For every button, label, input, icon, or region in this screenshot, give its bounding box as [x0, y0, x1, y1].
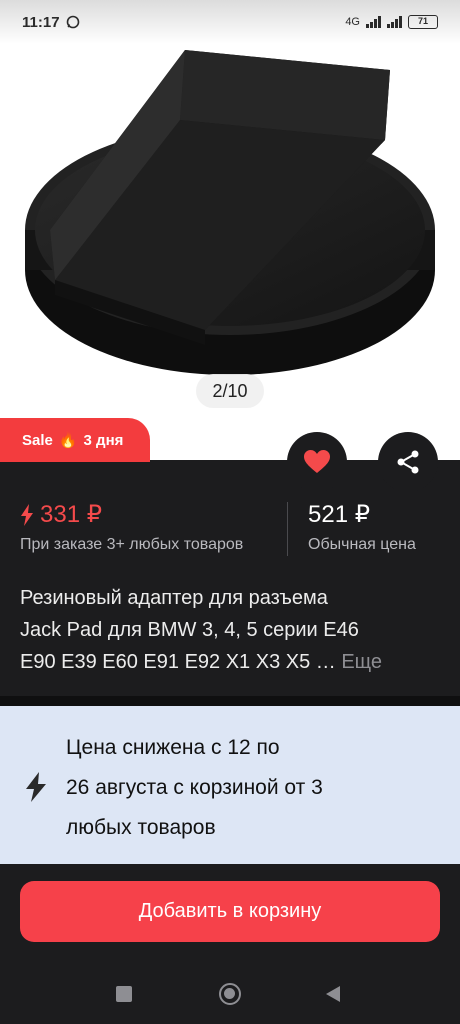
sale-price: 331 ₽ — [20, 500, 102, 529]
sale-price-note: При заказе 3+ любых товаров — [20, 536, 244, 553]
bottom-bar: Добавить в корзину — [0, 864, 460, 1024]
regular-price-note: Обычная цена — [308, 536, 416, 553]
gallery-counter: 2/10 — [196, 374, 264, 408]
lightning-icon — [21, 503, 33, 526]
price-row: 331 ₽ При заказе 3+ любых товаров 521 ₽ … — [20, 500, 440, 560]
system-nav-bar — [0, 974, 460, 1014]
sale-price-value: 331 ₽ — [40, 501, 102, 528]
arrow-left-icon[interactable] — [20, 54, 54, 88]
share-button[interactable] — [378, 432, 438, 492]
signal-icon — [366, 16, 381, 28]
share-icon — [397, 450, 419, 474]
home-icon[interactable] — [219, 983, 241, 1005]
signal-icon-2 — [387, 16, 402, 28]
sale-label: Sale — [22, 431, 53, 449]
product-info: 331 ₽ При заказе 3+ любых товаров 521 ₽ … — [0, 460, 460, 696]
status-bar: 11:17 4G 71 — [0, 0, 460, 44]
lightning-icon — [26, 772, 46, 802]
product-title-line: Резиновый адаптер для разъема — [20, 587, 328, 609]
promo-text: Цена снижена с 12 по 26 августа с корзин… — [66, 736, 323, 839]
sale-badge: Sale 🔥 3 дня — [0, 418, 150, 462]
status-time: 11:17 — [22, 13, 60, 31]
heart-icon — [304, 450, 330, 473]
battery-indicator: 71 — [408, 15, 438, 29]
network-type: 4G — [345, 16, 360, 28]
regular-price: 521 ₽ — [308, 501, 370, 528]
section-divider — [0, 696, 460, 706]
product-title-line: E90 E39 E60 E91 E92 X1 X3 X5 … Еще — [20, 651, 383, 673]
recents-icon[interactable] — [116, 986, 132, 1002]
flame-icon: 🔥 — [58, 432, 78, 449]
product-title-line: Jack Pad для BMW 3, 4, 5 серии E46 — [20, 619, 359, 641]
product-title[interactable]: Резиновый адаптер для разъема Jack Pad д… — [20, 582, 440, 678]
product-image — [25, 50, 435, 375]
favorite-button[interactable] — [287, 432, 347, 492]
promo-banner: Цена снижена с 12 по 26 августа с корзин… — [0, 706, 460, 864]
sale-duration: 3 дня — [83, 431, 124, 449]
back-triangle-icon[interactable] — [326, 986, 340, 1002]
whatsapp-icon — [66, 15, 79, 29]
show-more-link[interactable]: Еще — [341, 651, 382, 673]
price-divider — [287, 502, 288, 556]
add-to-cart-button[interactable]: Добавить в корзину — [20, 881, 440, 942]
